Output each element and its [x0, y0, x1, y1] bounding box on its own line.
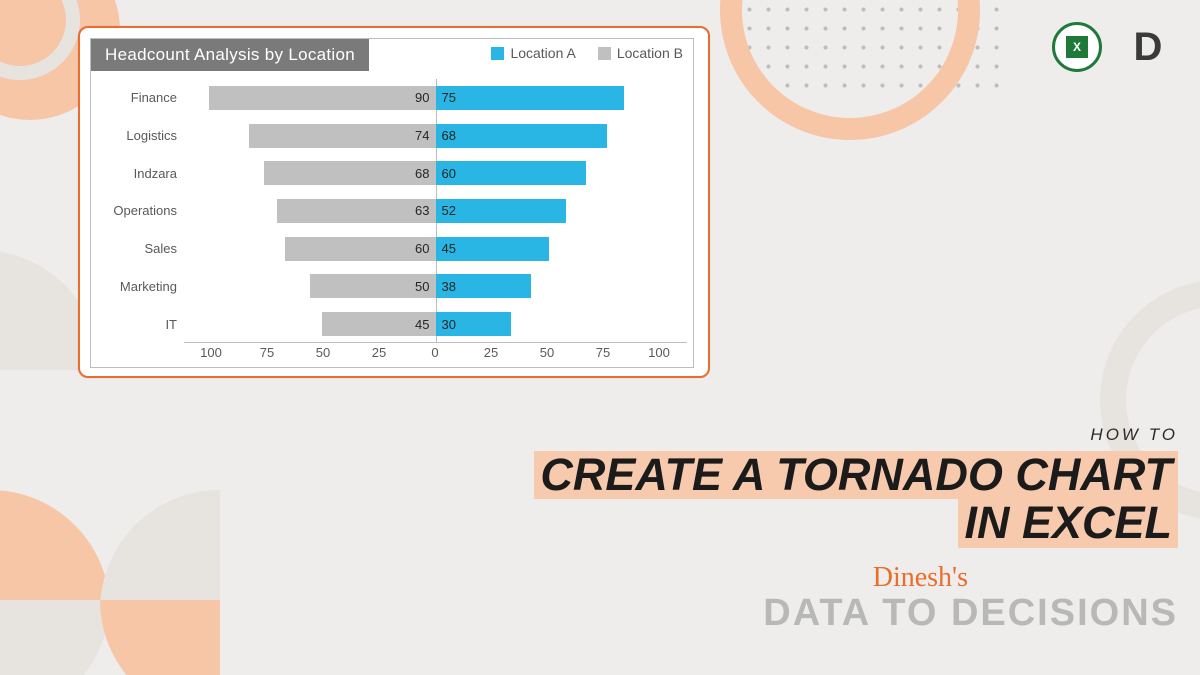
bar-location-b: 90	[209, 86, 435, 110]
headline-title: CREATE A TORNADO CHART IN EXCEL	[534, 451, 1178, 548]
legend-label: Location B	[617, 45, 683, 61]
chart-legend: Location A Location B	[491, 45, 683, 61]
x-axis-labels: 100 75 50 25 0 25 50 75 100	[183, 345, 687, 363]
bar-value: 50	[415, 279, 429, 294]
x-tick: 25	[463, 345, 519, 363]
legend-swatch-icon	[598, 47, 611, 60]
y-label: IT	[95, 317, 177, 332]
plot-area: Finance Logistics Indzara Operations Sal…	[95, 79, 687, 343]
y-axis-labels: Finance Logistics Indzara Operations Sal…	[95, 79, 183, 343]
bar-row: 63 52	[184, 199, 687, 223]
bar-value: 68	[415, 166, 429, 181]
bar-location-b: 50	[310, 274, 436, 298]
chart-title: Headcount Analysis by Location	[91, 39, 369, 71]
decorative-dots	[740, 0, 1000, 90]
x-tick: 100	[631, 345, 687, 363]
decorative-arc-top	[720, 0, 980, 140]
bar-location-b: 63	[277, 199, 435, 223]
bar-row: 45 30	[184, 312, 687, 336]
y-label: Marketing	[95, 279, 177, 294]
bar-row: 60 45	[184, 237, 687, 261]
bar-location-a: 68	[436, 124, 607, 148]
legend-label: Location A	[510, 45, 575, 61]
bar-value: 68	[442, 128, 456, 143]
bar-location-b: 45	[322, 312, 435, 336]
bar-value: 45	[442, 241, 456, 256]
y-label: Logistics	[95, 128, 177, 143]
bar-value: 60	[442, 166, 456, 181]
bar-value: 45	[415, 317, 429, 332]
bar-location-a: 30	[436, 312, 511, 336]
bar-value: 90	[415, 90, 429, 105]
legend-item: Location B	[598, 45, 683, 61]
x-tick: 100	[183, 345, 239, 363]
bar-location-a: 38	[436, 274, 532, 298]
y-label: Sales	[95, 241, 177, 256]
bar-value: 74	[415, 128, 429, 143]
footer-brand-text: DATA TO DECISIONS	[534, 592, 1178, 635]
decorative-petal	[0, 600, 110, 675]
bar-row: 74 68	[184, 124, 687, 148]
bar-value: 60	[415, 241, 429, 256]
bar-row: 50 38	[184, 274, 687, 298]
logo-icon: D	[1120, 22, 1170, 72]
bar-location-b: 60	[285, 237, 436, 261]
excel-icon: X	[1052, 22, 1102, 72]
bar-location-a: 52	[436, 199, 567, 223]
bar-value: 63	[415, 203, 429, 218]
x-tick: 75	[239, 345, 295, 363]
bar-location-b: 74	[249, 124, 435, 148]
legend-item: Location A	[491, 45, 575, 61]
decorative-petal	[0, 490, 110, 610]
headline-block: HOW TO CREATE A TORNADO CHART IN EXCEL D…	[534, 425, 1178, 635]
brand-area: X D	[1052, 22, 1170, 72]
excel-glyph: X	[1066, 36, 1088, 58]
x-tick: 0	[407, 345, 463, 363]
legend-swatch-icon	[491, 47, 504, 60]
decorative-ring-tl	[0, 0, 80, 80]
chart-frame: Headcount Analysis by Location Location …	[90, 38, 694, 368]
bar-location-a: 60	[436, 161, 587, 185]
y-label: Indzara	[95, 166, 177, 181]
decorative-petal	[100, 600, 220, 675]
overline-text: HOW TO	[534, 425, 1178, 445]
decorative-petal	[100, 490, 220, 610]
bar-location-a: 45	[436, 237, 549, 261]
y-label: Finance	[95, 90, 177, 105]
bar-row: 90 75	[184, 86, 687, 110]
bar-value: 30	[442, 317, 456, 332]
y-label: Operations	[95, 203, 177, 218]
bar-value: 52	[442, 203, 456, 218]
bar-row: 68 60	[184, 161, 687, 185]
bar-location-a: 75	[436, 86, 625, 110]
headline-line1: CREATE A TORNADO CHART	[534, 451, 1178, 500]
headline-line2: IN EXCEL	[958, 499, 1178, 548]
x-tick: 25	[351, 345, 407, 363]
bar-value: 75	[442, 90, 456, 105]
x-tick: 75	[575, 345, 631, 363]
x-tick: 50	[519, 345, 575, 363]
x-tick: 50	[295, 345, 351, 363]
signature-text: Dinesh's	[534, 562, 968, 594]
bar-rows: 90 75 74 68 68 60 63 52 60 45 50 38 45 30	[184, 79, 687, 343]
bar-location-b: 68	[264, 161, 435, 185]
chart-card: Headcount Analysis by Location Location …	[78, 26, 710, 378]
bar-value: 38	[442, 279, 456, 294]
bars-area: 90 75 74 68 68 60 63 52 60 45 50 38 45 30	[183, 79, 687, 343]
